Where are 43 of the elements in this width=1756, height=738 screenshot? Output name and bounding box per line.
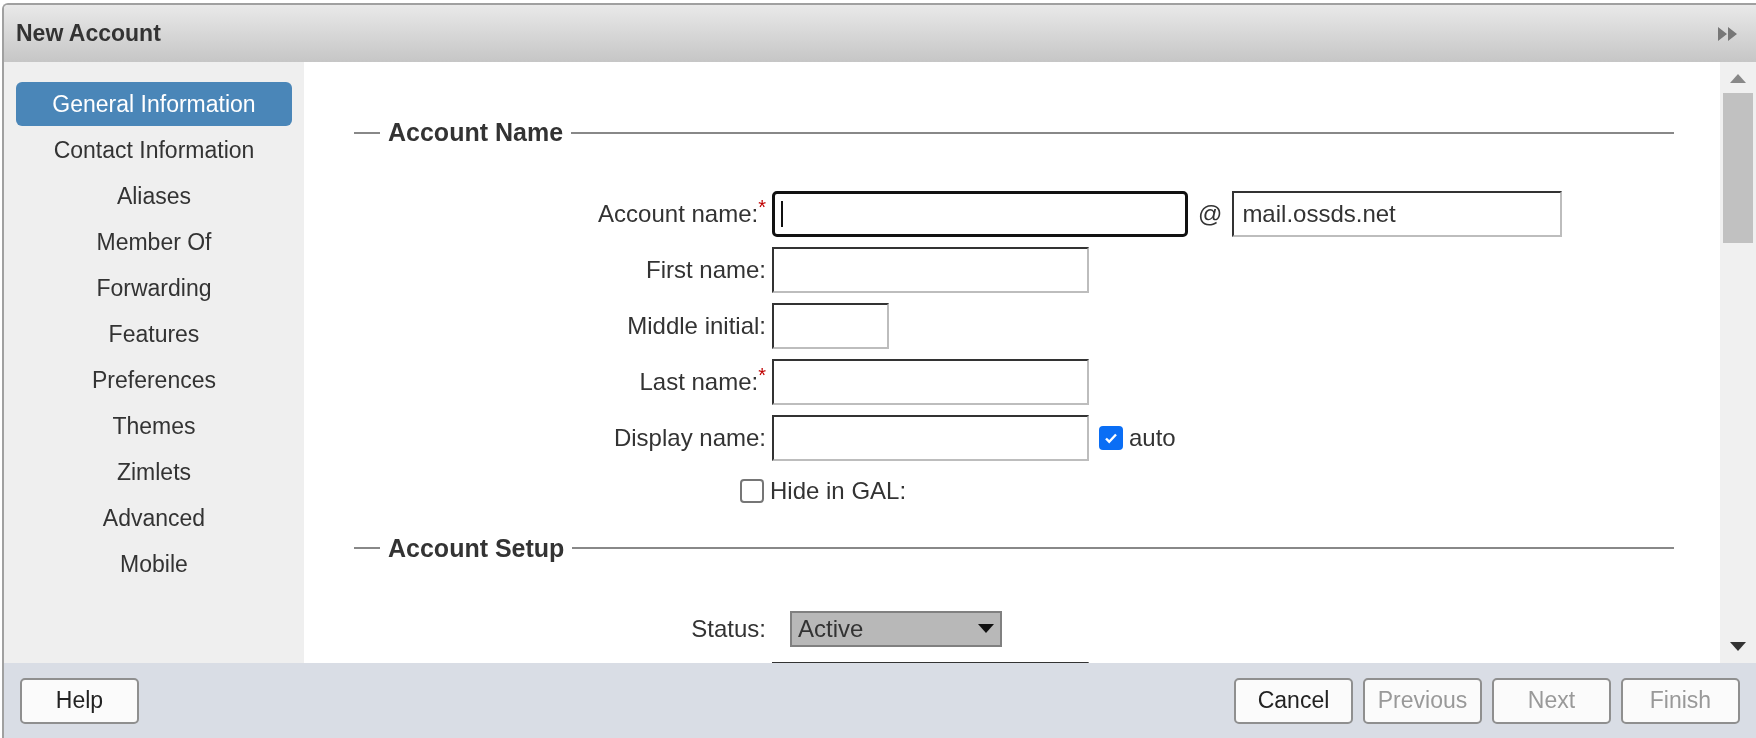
text-field[interactable] (772, 358, 1089, 405)
field-label: Status: (691, 614, 766, 644)
dialog-button[interactable]: Help (20, 677, 139, 724)
field-label: Account name: (598, 198, 759, 229)
sidebar-item[interactable]: Themes (16, 404, 292, 448)
text-field[interactable] (772, 246, 1089, 293)
required-asterisk: * (758, 195, 766, 218)
at-sign: @ (1197, 198, 1224, 229)
text-cursor (781, 200, 783, 227)
checkbox[interactable] (740, 478, 764, 503)
text-field[interactable] (772, 302, 889, 349)
caret-icon (978, 624, 994, 634)
required-asterisk: * (758, 363, 766, 386)
scroll-up-icon[interactable] (1730, 74, 1746, 83)
checkbox-label: Hide in GAL: (770, 475, 907, 506)
sidebar-item[interactable]: Forwarding (16, 266, 292, 310)
sidebar-item[interactable]: Member Of (16, 220, 292, 264)
sidebar-item[interactable]: General Information (16, 82, 292, 126)
text-field[interactable] (772, 190, 1188, 237)
checkbox[interactable] (1099, 425, 1123, 450)
field-label: Middle initial: (627, 310, 766, 341)
sidebar-item[interactable]: Features (16, 312, 292, 356)
field-label: Last name: (639, 366, 759, 397)
double-arrow-icon[interactable] (1718, 26, 1738, 41)
scrollbar[interactable] (1720, 62, 1756, 663)
sidebar-item[interactable]: Advanced (16, 496, 292, 540)
sidebar-item[interactable]: Mobile (16, 542, 292, 586)
field-label: First name: (645, 254, 766, 285)
domain-field[interactable]: mail.ossds.net (1232, 190, 1563, 237)
scroll-thumb[interactable] (1723, 93, 1753, 243)
sidebar-item[interactable]: Zimlets (16, 450, 292, 494)
status-dropdown[interactable]: Active (790, 611, 1002, 647)
text-field[interactable] (772, 414, 1089, 461)
window-title: New Account (16, 19, 161, 49)
section-heading: Account Setup (388, 532, 565, 564)
section-heading: Account Name (388, 117, 564, 148)
checkbox-label: auto (1129, 422, 1176, 453)
sidebar-item[interactable]: Contact Information (16, 128, 292, 172)
dialog-button[interactable]: Cancel (1234, 677, 1353, 724)
sidebar-item[interactable]: Aliases (16, 174, 292, 218)
field-label: Display name: (613, 422, 766, 453)
scroll-down-icon[interactable] (1730, 642, 1746, 651)
sidebar-item[interactable]: Preferences (16, 358, 292, 402)
